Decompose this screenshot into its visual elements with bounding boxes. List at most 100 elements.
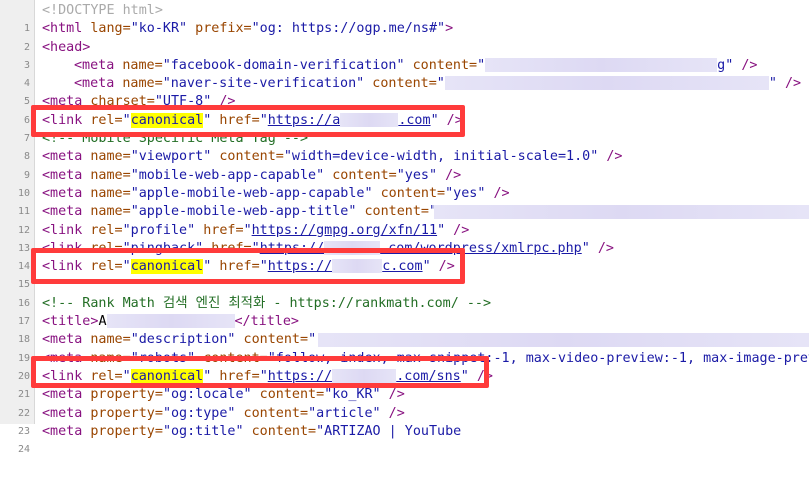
source-line: 10 <meta name="mobile-web-app-capable" c… bbox=[0, 167, 809, 199]
attr-value: "yes" bbox=[445, 185, 486, 201]
attr-value: g" bbox=[717, 57, 734, 73]
attr-value: "ko-KR" bbox=[130, 21, 188, 37]
tag-open: <meta bbox=[74, 76, 123, 92]
tag-open: <meta bbox=[42, 167, 91, 183]
attr-value: "yes" bbox=[396, 167, 438, 183]
attr-value: "og:locale" bbox=[162, 387, 252, 403]
tag-open: <meta bbox=[42, 423, 91, 439]
attr-name: prefix= bbox=[187, 21, 252, 37]
source-line: 4 <meta name="facebook-domain-verificati… bbox=[0, 57, 809, 89]
attr-value: "apple-mobile-web-app-title" bbox=[130, 204, 357, 220]
attr-name: content= bbox=[372, 185, 446, 201]
canonical-annotation-box bbox=[31, 356, 489, 388]
tag-open: <link bbox=[42, 222, 91, 238]
attr-value: "facebook-domain-verification" bbox=[162, 57, 405, 73]
source-line: 13 <link rel="profile" href="https://gmp… bbox=[0, 222, 809, 254]
attr-value: "description" bbox=[130, 332, 236, 348]
tag-close: /> bbox=[445, 222, 470, 238]
attr-name: content= bbox=[211, 149, 284, 165]
attr-name: name= bbox=[90, 204, 131, 220]
quote: " bbox=[437, 222, 446, 238]
attr-name: content= bbox=[235, 405, 309, 421]
tag-open: <meta bbox=[42, 405, 91, 421]
tag-open: <meta bbox=[42, 387, 91, 403]
attr-name: content= bbox=[364, 76, 437, 92]
attr-name: property= bbox=[90, 387, 163, 403]
source-line: 12 <meta name="apple-mobile-web-app-titl… bbox=[0, 203, 809, 236]
source-line: 3 <head> bbox=[0, 39, 809, 71]
attr-name: property= bbox=[90, 405, 163, 421]
tag-close: /> bbox=[485, 185, 510, 201]
source-line: 17 <!-- Rank Math 검색 엔진 최적화 - https://ra… bbox=[0, 295, 809, 327]
attr-value: "profile" bbox=[122, 222, 196, 238]
attr-value: "viewport" bbox=[130, 149, 212, 165]
source-line: 9 <meta name="viewport" content="width=d… bbox=[0, 148, 809, 180]
tag-open: <meta bbox=[42, 149, 91, 165]
attr-name: name= bbox=[122, 76, 163, 92]
tag-open: <meta bbox=[42, 204, 91, 220]
attr-name: content= bbox=[235, 332, 309, 348]
comment: <!-- Rank Math 검색 엔진 최적화 - https://rankm… bbox=[42, 295, 492, 311]
attr-value: "og:type" bbox=[162, 405, 236, 421]
source-line: 2 <html lang="ko-KR" prefix="og: https:/… bbox=[0, 20, 809, 52]
attr-name: content= bbox=[243, 423, 317, 439]
attr-name: content= bbox=[251, 387, 325, 403]
redacted-block bbox=[434, 205, 809, 220]
attr-value: " bbox=[436, 76, 445, 92]
tag-close: /> bbox=[380, 387, 405, 403]
quote: " bbox=[581, 240, 590, 256]
attr-value: "og:title" bbox=[162, 423, 244, 439]
source-viewer: 1 <!DOCTYPE html> 2 <html lang="ko-KR" p… bbox=[0, 0, 809, 455]
attr-name: content= bbox=[324, 167, 397, 183]
tag-open: <title> bbox=[42, 314, 99, 330]
attr-name: name= bbox=[90, 332, 131, 348]
tag-open: <meta bbox=[74, 57, 123, 73]
redacted-block bbox=[485, 57, 718, 72]
source-line: 18 <title>A </title> bbox=[0, 313, 809, 345]
tag-open: <meta bbox=[42, 332, 91, 348]
tag-close: > bbox=[445, 21, 454, 37]
tag-close: /> bbox=[776, 76, 802, 92]
tag-close: /> bbox=[733, 57, 758, 73]
redacted-block bbox=[444, 76, 769, 91]
title-text: A bbox=[98, 314, 107, 330]
attr-name: rel= bbox=[90, 222, 123, 238]
source-line: 19 <meta name="description" content=" bbox=[0, 331, 809, 364]
attr-name: lang= bbox=[90, 21, 131, 37]
source-line: 11 <meta name="apple-mobile-web-app-capa… bbox=[0, 185, 809, 217]
redacted-block bbox=[318, 333, 809, 348]
tag-close: </title> bbox=[234, 314, 300, 330]
attr-value: "ARTIZAO | YouTube bbox=[316, 423, 462, 439]
attr-value: "naver-site-verification" bbox=[162, 76, 365, 92]
source-line: 24 <meta property="og:title" content="AR… bbox=[0, 423, 809, 455]
profile-link[interactable]: https://gmpg.org/xfn/11 bbox=[252, 223, 437, 238]
attr-value: "apple-mobile-web-app-capable" bbox=[130, 185, 373, 201]
attr-name: property= bbox=[90, 423, 163, 439]
attr-value: "width=device-width, initial-scale=1.0" bbox=[283, 149, 599, 165]
canonical-annotation-box bbox=[31, 248, 465, 284]
quote: " bbox=[243, 222, 252, 238]
tag-close: /> bbox=[380, 405, 405, 421]
attr-name: name= bbox=[90, 149, 131, 165]
attr-value: "ko_KR" bbox=[324, 387, 381, 403]
line-number: 24 bbox=[17, 444, 30, 456]
tag-close: /> bbox=[437, 167, 462, 183]
attr-name: href= bbox=[195, 222, 244, 238]
canonical-annotation-box bbox=[31, 105, 465, 137]
attr-value: "article" bbox=[308, 405, 381, 421]
attr-name: name= bbox=[90, 185, 131, 201]
source-line: 22 <meta property="og:locale" content="k… bbox=[0, 386, 809, 418]
attr-name: name= bbox=[122, 57, 163, 73]
attr-value: " bbox=[768, 76, 777, 92]
attr-name: content= bbox=[404, 57, 478, 73]
source-line: 23 <meta property="og:type" content="art… bbox=[0, 405, 809, 437]
tag-open: <meta bbox=[42, 185, 91, 201]
attr-value: "mobile-web-app-capable" bbox=[130, 167, 325, 183]
attr-value: " bbox=[308, 332, 317, 348]
attr-name: content= bbox=[356, 204, 429, 220]
source-line: 5 <meta name="naver-site-verification" c… bbox=[0, 75, 809, 107]
redacted-block bbox=[106, 314, 235, 329]
attr-value: " bbox=[477, 57, 486, 73]
doctype: <!DOCTYPE html> bbox=[42, 3, 163, 18]
attr-value: "og: https://ogp.me/ns#" bbox=[251, 21, 446, 37]
